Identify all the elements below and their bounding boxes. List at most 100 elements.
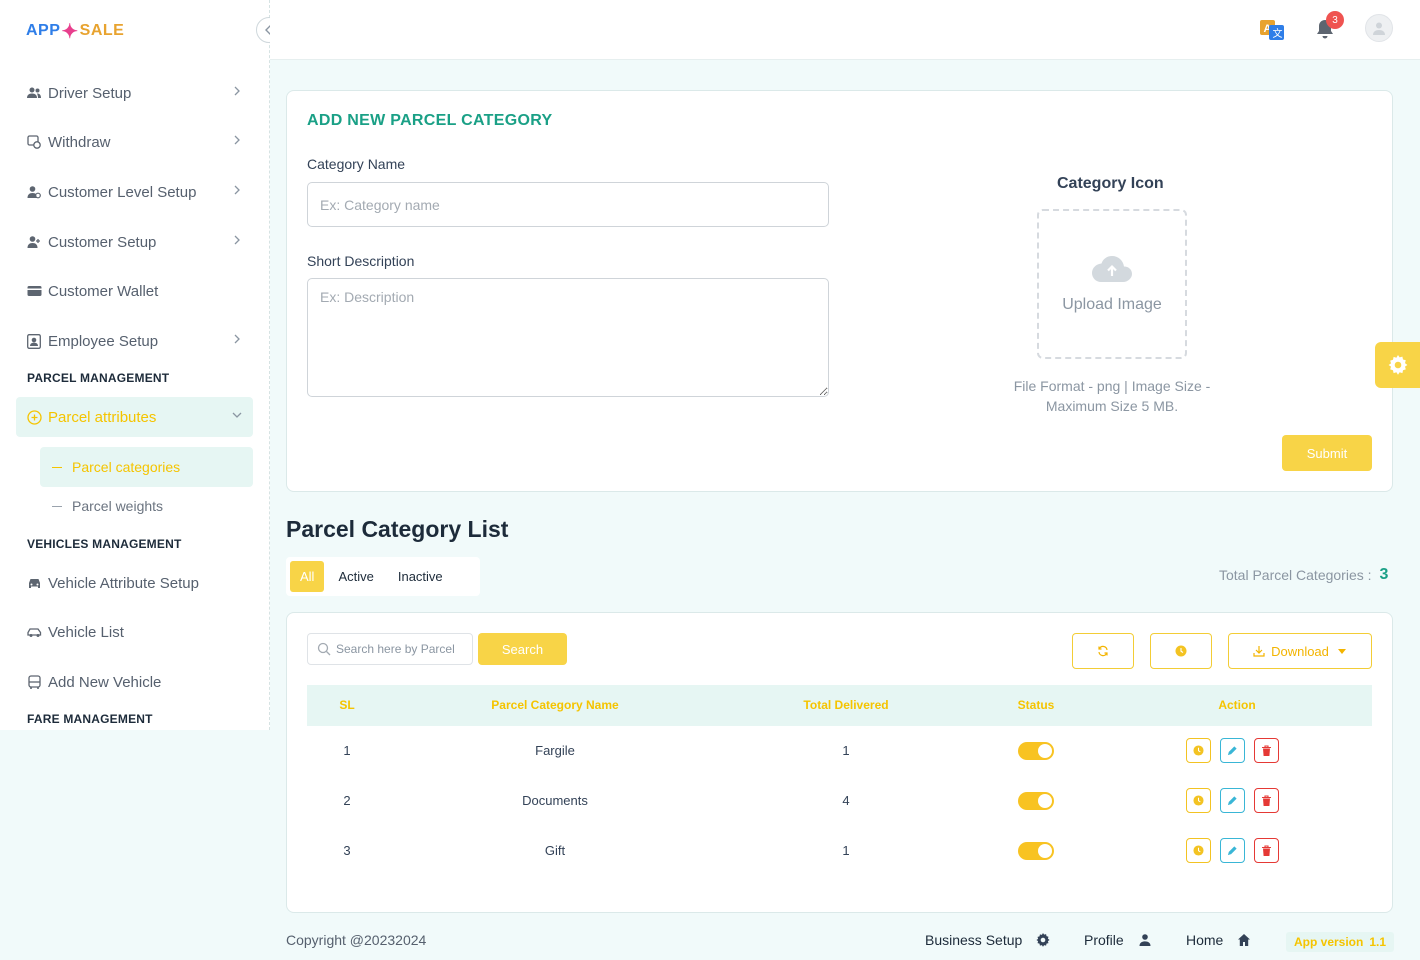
- cloud-upload-icon: [1092, 256, 1132, 282]
- status-toggle[interactable]: [1018, 792, 1054, 810]
- chevron-right-icon: [234, 235, 240, 245]
- sidebar-subitem-label: Parcel categories: [72, 459, 181, 475]
- edit-button[interactable]: [1220, 788, 1245, 813]
- cell-delivered: 1: [842, 743, 850, 758]
- column-header-status: Status: [1017, 698, 1055, 712]
- footer-link-business-setup[interactable]: Business Setup: [925, 932, 1050, 948]
- gear-icon: [1036, 933, 1050, 947]
- sidebar-item-employee-setup[interactable]: Employee Setup: [16, 321, 253, 361]
- wallet-icon: [26, 283, 42, 299]
- sidebar-item-label: Vehicle Attribute Setup: [48, 574, 199, 592]
- column-header-action: Action: [1218, 698, 1256, 712]
- status-toggle[interactable]: [1018, 742, 1054, 760]
- upload-image-text: Upload Image: [1062, 296, 1162, 313]
- chevron-right-icon: [234, 334, 240, 344]
- chevron-down-icon: [232, 412, 242, 418]
- short-description-label: Short Description: [307, 253, 415, 269]
- sidebar-item-vehicle-attribute-setup[interactable]: Vehicle Attribute Setup: [16, 563, 253, 603]
- dash-icon: [52, 466, 62, 468]
- delete-button[interactable]: [1254, 788, 1279, 813]
- user-plus-icon: [26, 234, 42, 250]
- logo[interactable]: APP ✦ SALE: [26, 18, 124, 44]
- home-icon: [1238, 934, 1251, 946]
- sidebar-item-label: Driver Setup: [48, 84, 132, 102]
- circle-plus-icon: [26, 409, 42, 425]
- avatar[interactable]: [1365, 14, 1393, 42]
- sidebar-item-customer-wallet[interactable]: Customer Wallet: [16, 271, 253, 311]
- sidebar-item-customer-setup[interactable]: Customer Setup: [16, 222, 253, 262]
- view-button[interactable]: [1186, 738, 1211, 763]
- file-format-hint: File Format - png | Image Size - Maximum…: [1013, 378, 1211, 414]
- logo-text-app: APP: [26, 22, 61, 39]
- clock-icon: [1193, 845, 1204, 856]
- sidebar-item-parcel-attributes[interactable]: Parcel attributes: [16, 397, 253, 437]
- section-title-vehicles-management: VEHICLES MANAGEMENT: [27, 537, 182, 551]
- footer-link-label: Profile: [1084, 932, 1124, 948]
- sidebar-item-vehicle-list[interactable]: Vehicle List: [16, 612, 253, 652]
- list-title: Parcel Category List: [286, 516, 509, 542]
- download-icon: [1253, 646, 1265, 657]
- sidebar-subitem-label: Parcel weights: [72, 498, 164, 514]
- svg-text:文: 文: [1273, 27, 1283, 40]
- image-upload-area[interactable]: Upload Image: [1037, 209, 1187, 359]
- sidebar-item-withdraw[interactable]: Withdraw: [16, 122, 253, 162]
- trash-icon: [1262, 844, 1271, 856]
- edit-button[interactable]: [1220, 738, 1245, 763]
- cell-sl: 2: [343, 793, 351, 808]
- delete-button[interactable]: [1254, 838, 1279, 863]
- sidebar-item-label: Withdraw: [48, 133, 111, 151]
- status-toggle[interactable]: [1018, 842, 1054, 860]
- log-button[interactable]: [1150, 633, 1212, 669]
- search-input[interactable]: [336, 642, 466, 656]
- footer-link-home[interactable]: Home: [1186, 932, 1251, 948]
- sidebar-item-driver-setup[interactable]: Driver Setup: [16, 73, 253, 113]
- cell-delivered: 1: [842, 843, 850, 858]
- footer-link-profile[interactable]: Profile: [1084, 932, 1152, 948]
- clock-icon: [1193, 795, 1204, 806]
- tab-inactive[interactable]: Inactive: [388, 561, 453, 592]
- withdraw-icon: [26, 134, 42, 150]
- short-description-textarea[interactable]: [307, 278, 829, 397]
- download-label: Download: [1271, 643, 1329, 659]
- footer-link-label: Home: [1186, 932, 1224, 948]
- sidebar: APP ✦ SALE Driver Setup Withdraw Custome…: [0, 0, 270, 730]
- sidebar-item-add-new-vehicle[interactable]: Add New Vehicle: [16, 662, 253, 702]
- cell-name: Fargile: [535, 743, 575, 758]
- users-icon: [26, 85, 42, 101]
- status-tabs: All Active Inactive: [286, 557, 480, 596]
- category-name-input[interactable]: [307, 182, 829, 227]
- sidebar-item-label: Add New Vehicle: [48, 673, 162, 691]
- sidebar-item-customer-level-setup[interactable]: Customer Level Setup: [16, 172, 253, 212]
- trash-icon: [1262, 744, 1271, 756]
- download-button[interactable]: Download: [1228, 633, 1372, 669]
- tab-all[interactable]: All: [290, 561, 325, 592]
- form-title: ADD NEW PARCEL CATEGORY: [307, 112, 553, 129]
- category-icon-title: Category Icon: [1057, 175, 1164, 192]
- app-version-value: 1.1: [1369, 935, 1387, 949]
- app-version-badge: App version 1.1: [1286, 932, 1395, 952]
- sidebar-item-label: Customer Setup: [48, 233, 157, 251]
- section-title-parcel-management: PARCEL MANAGEMENT: [27, 371, 170, 385]
- view-button[interactable]: [1186, 838, 1211, 863]
- chevron-right-icon: [234, 185, 240, 195]
- settings-panel-toggle[interactable]: [1375, 342, 1420, 388]
- refresh-button[interactable]: [1072, 633, 1134, 669]
- cell-name: Gift: [544, 843, 566, 858]
- tab-active[interactable]: Active: [328, 561, 383, 592]
- notification-badge: 3: [1326, 11, 1344, 29]
- dash-icon: [52, 505, 62, 507]
- bus-icon: [26, 674, 42, 690]
- user-icon: [1373, 22, 1385, 35]
- view-button[interactable]: [1186, 788, 1211, 813]
- cell-delivered: 4: [842, 793, 850, 808]
- column-header-sl: SL: [339, 698, 355, 712]
- logo-mark-icon: ✦: [61, 20, 79, 43]
- sidebar-subitem-parcel-categories[interactable]: Parcel categories: [40, 447, 253, 487]
- user-level-icon: [26, 184, 42, 200]
- search-button[interactable]: Search: [478, 633, 567, 665]
- delete-button[interactable]: [1254, 738, 1279, 763]
- edit-button[interactable]: [1220, 838, 1245, 863]
- submit-button[interactable]: Submit: [1282, 435, 1372, 471]
- sidebar-subitem-parcel-weights[interactable]: Parcel weights: [40, 486, 253, 526]
- translate-icon[interactable]: A 文: [1260, 20, 1284, 40]
